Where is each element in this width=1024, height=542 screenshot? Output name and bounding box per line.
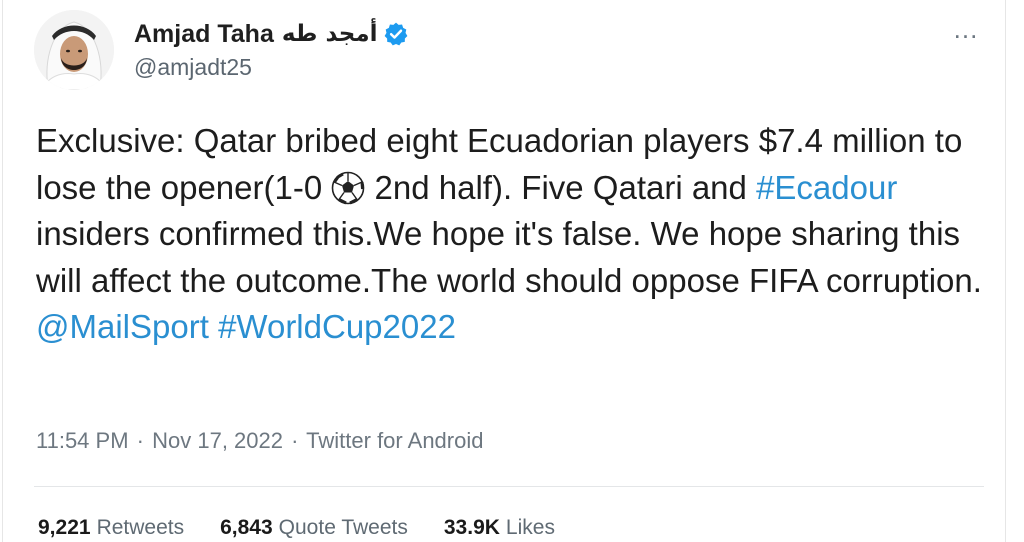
tweet-time[interactable]: 11:54 PM [36, 428, 129, 453]
retweets-label: Retweets [96, 516, 185, 539]
author-handle[interactable]: @amjadt25 [134, 54, 409, 81]
tweet-stats: 9,221 Retweets 6,843 Quote Tweets 33.9K Lik… [38, 516, 555, 540]
quote-tweets-count: 6,843 [220, 516, 273, 539]
card-left-border [2, 0, 3, 542]
verified-badge-icon [385, 22, 408, 46]
hashtag-link[interactable]: #WorldCup2022 [218, 308, 456, 345]
arabic-display-name[interactable]: أمجد طه [282, 21, 378, 47]
hashtag-link[interactable]: #Ecadour [756, 169, 897, 206]
retweets-stat[interactable]: 9,221 Retweets [38, 516, 184, 540]
avatar-portrait-icon [34, 10, 114, 90]
tweet-text-segment: insiders confirmed this.We hope it's fal… [36, 215, 982, 299]
tweet-meta: 11:54 PM · Nov 17, 2022 · Twitter for An… [36, 428, 483, 454]
author-names: Amjad Taha أمجد طه @amjadt25 [134, 18, 409, 81]
tweet-source[interactable]: Twitter for Android [306, 428, 483, 453]
display-name-row: Amjad Taha أمجد طه [134, 18, 409, 50]
likes-label: Likes [505, 516, 555, 539]
tweet-date[interactable]: Nov 17, 2022 [152, 428, 283, 453]
avatar[interactable] [34, 10, 114, 90]
tweet-text: Exclusive: Qatar bribed eight Ecuadorian… [36, 118, 986, 351]
display-name[interactable]: Amjad Taha [134, 20, 274, 49]
stats-divider [34, 486, 984, 487]
mention-link[interactable]: @MailSport [36, 308, 209, 345]
meta-separator: · [136, 428, 144, 453]
tweet-card: Amjad Taha أمجد طه @amjadt25 ... Exclusi… [0, 0, 1024, 542]
tweet-text-segment [209, 308, 218, 345]
tweet-text-segment: 2nd half). Five Qatari and [365, 168, 757, 206]
more-options-button[interactable]: ... [948, 16, 984, 44]
meta-separator: · [291, 428, 299, 453]
retweets-count: 9,221 [38, 516, 91, 539]
card-right-border [1005, 0, 1006, 542]
likes-count: 33.9K [443, 516, 500, 539]
soccer-ball-icon [331, 171, 365, 205]
likes-stat[interactable]: 33.9K Likes [444, 516, 555, 540]
quote-tweets-label: Quote Tweets [278, 516, 408, 539]
quote-tweets-stat[interactable]: 6,843 Quote Tweets [220, 516, 408, 540]
tweet-header: Amjad Taha أمجد طه @amjadt25 ... [34, 10, 984, 90]
